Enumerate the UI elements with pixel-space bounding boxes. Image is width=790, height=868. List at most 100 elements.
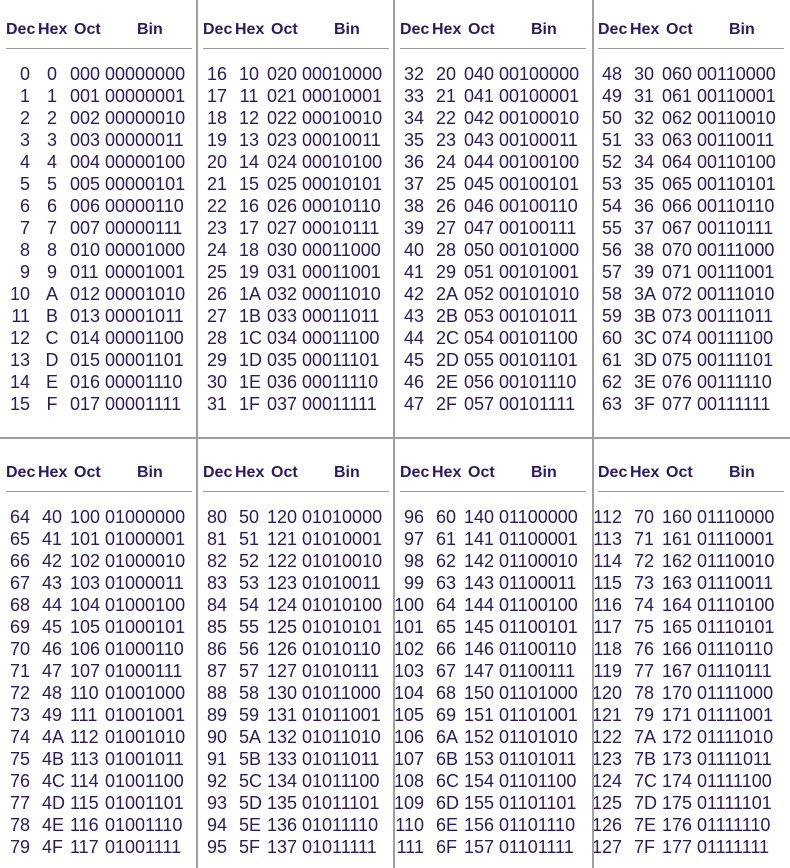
dec-cell: 96 <box>403 507 424 527</box>
oct-cell: 123 <box>267 573 298 593</box>
table-row: 117 75 165 01110101 <box>592 616 789 638</box>
hex-cell: 2 <box>46 108 57 128</box>
column-header-hex: Hex <box>630 464 660 481</box>
bin-cell: 00001110 <box>105 372 183 392</box>
table-row: 37 25 045 00100101 <box>394 173 591 195</box>
hex-cell: 76 <box>634 639 655 659</box>
oct-cell: 107 <box>70 661 101 681</box>
dec-cell: 125 <box>592 793 623 813</box>
dec-cell: 75 <box>9 749 30 769</box>
bin-cell: 01110010 <box>697 551 775 571</box>
bin-cell: 00011010 <box>302 284 381 304</box>
oct-cell: 111 <box>70 705 98 725</box>
table-row: 63 3F 077 00111111 <box>592 393 789 415</box>
dec-cell: 21 <box>206 174 227 194</box>
table-row: 44 2C 054 00101100 <box>394 327 591 349</box>
dec-cell: 120 <box>592 683 623 703</box>
table-block: Dec Hex Oct Bin 16 10 020 00010000 17 11 021 000100… <box>197 0 394 425</box>
bin-cell: 01000101 <box>105 617 186 637</box>
dec-cell: 32 <box>403 64 424 84</box>
hex-cell: E <box>45 372 58 392</box>
oct-cell: 132 <box>267 727 298 747</box>
bin-cell: 00000001 <box>105 86 186 106</box>
hex-cell: 66 <box>436 639 457 659</box>
oct-cell: 141 <box>464 529 495 549</box>
dec-cell: 33 <box>403 86 424 106</box>
table-row: 116 74 164 01110100 <box>592 594 789 616</box>
dec-cell: 57 <box>601 262 622 282</box>
header-divider <box>598 48 784 49</box>
table-row: 1 1 001 00000001 <box>0 85 197 107</box>
bin-cell: 01111100 <box>697 771 772 791</box>
bin-cell: 01100001 <box>499 529 578 549</box>
hex-cell: 6E <box>436 815 459 835</box>
table-row: 99 63 143 01100011 <box>394 572 591 594</box>
oct-cell: 071 <box>662 262 693 282</box>
hex-cell: 75 <box>634 617 655 637</box>
dec-cell: 104 <box>394 683 425 703</box>
dec-cell: 49 <box>601 86 622 106</box>
oct-cell: 151 <box>464 705 495 725</box>
dec-cell: 61 <box>601 350 622 370</box>
table-block: Dec Hex Oct Bin 96 60 140 01100000 97 61 141 011000… <box>394 443 591 868</box>
bin-cell: 00101010 <box>499 284 580 304</box>
table-row: 49 31 061 00110001 <box>592 85 789 107</box>
hex-cell: 78 <box>634 683 655 703</box>
oct-cell: 101 <box>70 529 101 549</box>
bin-cell: 00101101 <box>499 350 578 370</box>
table-row: 80 50 120 01010000 <box>197 506 394 528</box>
dec-cell: 47 <box>403 394 424 414</box>
table-row: 65 41 101 01000001 <box>0 528 197 550</box>
bin-cell: 01101111 <box>499 837 574 857</box>
table-row: 87 57 127 01010111 <box>197 660 394 682</box>
dec-cell: 100 <box>394 595 425 615</box>
dec-cell: 90 <box>206 727 227 747</box>
bin-cell: 01011111 <box>302 837 377 857</box>
oct-cell: 100 <box>70 507 101 527</box>
bin-cell: 01000000 <box>105 507 186 527</box>
table-block: Dec Hex Oct Bin 64 40 100 01000000 65 41 101 010000… <box>0 443 197 868</box>
dec-cell: 117 <box>593 617 622 637</box>
column-header-dec: Dec <box>400 21 430 38</box>
hex-cell: 2E <box>436 372 459 392</box>
table-row: 4 4 004 00000100 <box>0 151 197 173</box>
bin-cell: 00111001 <box>697 262 775 282</box>
dec-cell: 55 <box>601 218 622 238</box>
oct-cell: 126 <box>267 639 298 659</box>
hex-cell: 46 <box>42 639 63 659</box>
bin-cell: 00111000 <box>697 240 775 260</box>
hex-cell: 79 <box>634 705 655 725</box>
hex-cell: 62 <box>436 551 457 571</box>
table-row: 13 D 015 00001101 <box>0 349 197 371</box>
dec-cell: 46 <box>403 372 424 392</box>
dec-cell: 99 <box>403 573 424 593</box>
table-row: 79 4F 117 01001111 <box>0 836 197 858</box>
bin-cell: 01100101 <box>499 617 578 637</box>
oct-cell: 166 <box>662 639 693 659</box>
hex-cell: 6D <box>436 793 460 813</box>
dec-cell: 83 <box>206 573 227 593</box>
oct-cell: 023 <box>267 130 298 150</box>
oct-cell: 024 <box>267 152 298 172</box>
table-row: 16 10 020 00010000 <box>197 63 394 85</box>
table-row: 69 45 105 01000101 <box>0 616 197 638</box>
table-row: 17 11 021 00010001 <box>197 85 394 107</box>
column-header-oct: Oct <box>468 21 495 38</box>
table-row: 77 4D 115 01001101 <box>0 792 197 814</box>
oct-cell: 035 <box>267 350 298 370</box>
oct-cell: 145 <box>464 617 495 637</box>
hex-cell: 4A <box>42 727 65 747</box>
hex-cell: 33 <box>634 130 655 150</box>
dec-cell: 87 <box>206 661 227 681</box>
bin-cell: 01110111 <box>697 661 772 681</box>
column-header-bin: Bin <box>531 21 557 38</box>
dec-cell: 62 <box>601 372 622 392</box>
oct-cell: 124 <box>267 595 298 615</box>
dec-cell: 0 <box>19 64 30 84</box>
dec-cell: 39 <box>403 218 424 238</box>
header-divider <box>203 491 389 492</box>
hex-cell: 65 <box>436 617 457 637</box>
oct-cell: 077 <box>662 394 693 414</box>
bin-cell: 01011010 <box>302 727 381 747</box>
dec-cell: 106 <box>394 727 425 747</box>
